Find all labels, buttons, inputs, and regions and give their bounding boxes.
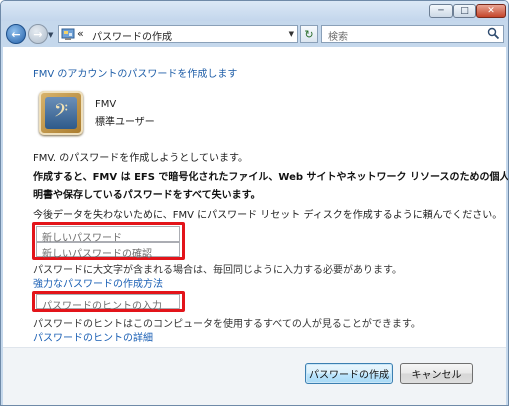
new-password-input[interactable]: 新しいパスワード — [36, 226, 180, 244]
search-input[interactable]: 検索 — [328, 28, 348, 43]
bass-clef-icon: 𝄢 — [45, 97, 77, 129]
user-name: FMV — [95, 99, 117, 110]
navigation-bar: ← → ▼ « パスワードの作成 ▼ ↻ 検索 — [1, 21, 508, 47]
case-sensitivity-note: パスワードに大文字が含まれる場合は、毎回同じように入力する必要があります。 — [33, 265, 402, 276]
confirm-password-input[interactable]: 新しいパスワードの確認 — [36, 242, 180, 260]
content-area: FMV のアカウントのパスワードを作成します 𝄢 FMV 標準ユーザー FMV.… — [3, 47, 509, 405]
user-avatar-icon: 𝄢 — [39, 91, 83, 135]
address-chevron[interactable]: « — [77, 27, 84, 40]
control-panel-icon — [61, 28, 75, 40]
minimize-button[interactable]: ─ — [429, 4, 453, 18]
strong-password-link[interactable]: 強力なパスワードの作成方法 — [33, 275, 163, 290]
refresh-button[interactable]: ↻ — [300, 25, 318, 43]
hint-details-link[interactable]: パスワードのヒントの詳細 — [33, 329, 153, 344]
intro-text: FMV. のパスワードを作成しようとしています。 — [33, 153, 248, 164]
search-icon[interactable] — [487, 27, 500, 40]
create-password-button[interactable]: パスワードの作成 — [305, 363, 393, 384]
hint-visibility-note: パスワードのヒントはこのコンピュータを使用するすべての人が見ることができます。 — [33, 319, 421, 330]
page-title: FMV のアカウントのパスワードを作成します — [33, 69, 238, 80]
title-bar: ─ □ ✕ — [1, 1, 508, 21]
warning-text-line1: 作成すると、FMV は EFS で暗号化されたファイル、Web サイトやネットワ… — [33, 172, 509, 183]
close-button[interactable]: ✕ — [476, 4, 506, 18]
warning-text-line2: 明書や保存しているパスワードをすべて失います。 — [33, 190, 261, 201]
window: ─ □ ✕ ← → ▼ « パスワードの作成 ▼ ↻ 検索 FMV のアカウント… — [0, 0, 509, 406]
search-box[interactable]: 検索 — [321, 25, 504, 43]
recent-pages-dropdown[interactable]: ▼ — [48, 31, 53, 39]
address-bar[interactable]: « パスワードの作成 ▼ — [58, 25, 298, 43]
address-dropdown-icon[interactable]: ▼ — [289, 30, 294, 38]
back-button[interactable]: ← — [6, 24, 26, 44]
maximize-button[interactable]: □ — [453, 4, 476, 18]
advice-text: 今後データを失わないために、FMV にパスワード リセット ディスクを作成するよ… — [33, 210, 503, 221]
cancel-button[interactable]: キャンセル — [400, 363, 473, 384]
breadcrumb[interactable]: パスワードの作成 — [92, 28, 172, 43]
forward-button[interactable]: → — [28, 24, 48, 44]
user-type: 標準ユーザー — [95, 117, 155, 128]
password-hint-input[interactable]: パスワードのヒントの入力 — [36, 294, 180, 312]
